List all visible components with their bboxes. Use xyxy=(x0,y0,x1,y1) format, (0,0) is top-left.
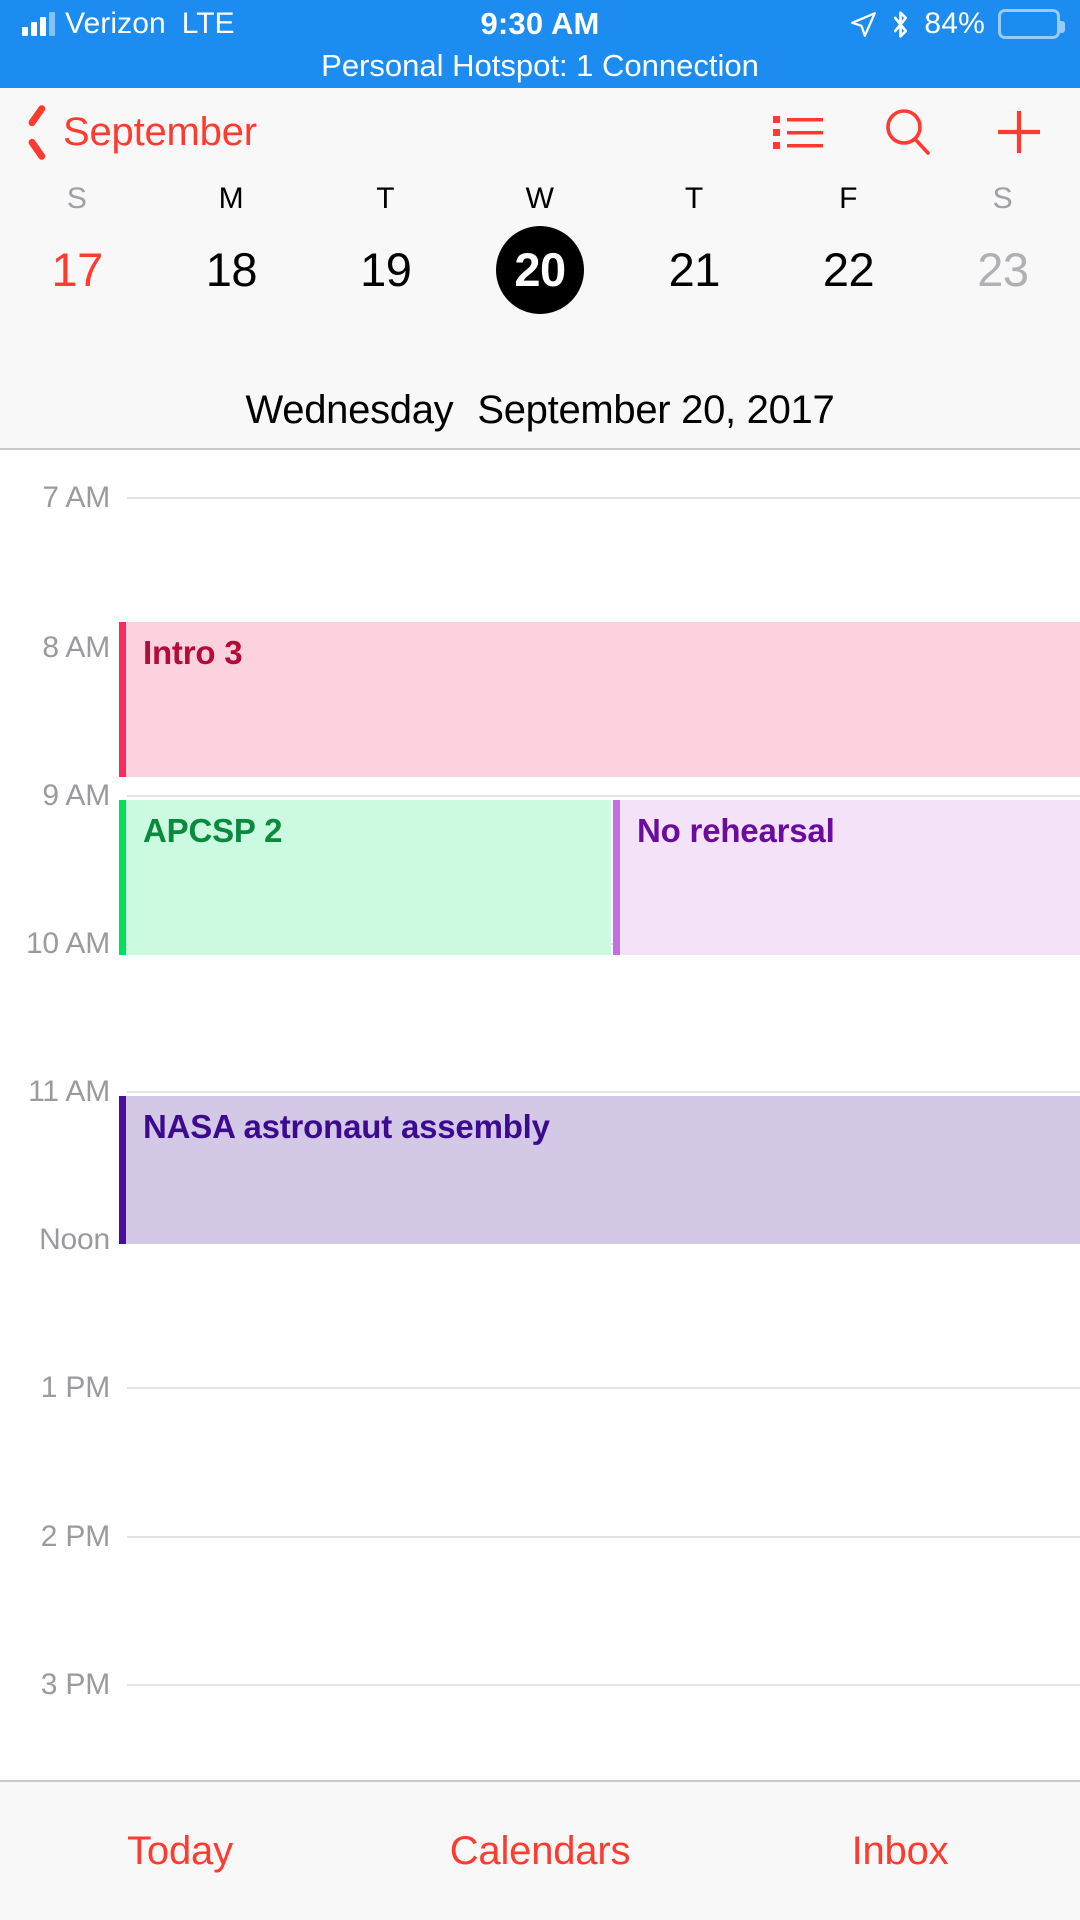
battery-percent-label: 84% xyxy=(924,7,985,40)
chevron-left-icon xyxy=(26,110,52,154)
week-day-6[interactable]: S 23 xyxy=(926,176,1080,318)
day-timeline-grid[interactable]: 7 AM 8 AM 9 AM 10 AM 11 AM Noon 1 PM 2 PM 3 PM I… xyxy=(0,450,1080,1780)
calendar-event[interactable]: APCSP 2 xyxy=(119,800,611,955)
week-day-4[interactable]: T 21 xyxy=(617,176,771,318)
day-number: 22 xyxy=(822,243,875,296)
tab-calendars[interactable]: Calendars xyxy=(360,1829,720,1874)
hour-label: Noon xyxy=(39,1223,110,1256)
hour-label: 8 AM xyxy=(42,631,110,664)
day-number-selected: 20 xyxy=(495,226,584,314)
selected-date-label: September 20, 2017 xyxy=(477,388,835,432)
hour-label: 3 PM xyxy=(40,1668,110,1701)
week-day-0[interactable]: S 17 xyxy=(0,176,154,318)
calendar-day-screen: Verizon LTE 9:30 AM 84% Personal Hotspot… xyxy=(0,0,1080,1920)
plus-icon xyxy=(998,111,1040,153)
day-of-week-label: T xyxy=(376,182,396,215)
hour-label: 9 AM xyxy=(42,779,110,812)
day-of-week-label: T xyxy=(684,182,704,215)
selected-date-header: Wednesday September 20, 2017 xyxy=(0,388,1080,450)
personal-hotspot-banner[interactable]: Personal Hotspot: 1 Connection xyxy=(0,48,1080,88)
day-of-week-label: S xyxy=(992,182,1014,215)
day-number: 18 xyxy=(205,243,258,296)
bottom-tab-bar: Today Calendars Inbox xyxy=(0,1780,1080,1920)
nav-bar-top-row: September xyxy=(0,88,1080,176)
event-color-bar xyxy=(119,622,126,777)
day-of-week-label: F xyxy=(839,182,858,215)
hour-gridline xyxy=(127,1536,1080,1538)
list-view-button[interactable] xyxy=(772,110,824,154)
hour-label: 1 PM xyxy=(40,1371,110,1404)
event-title: NASA astronaut assembly xyxy=(143,1108,550,1145)
week-day-1[interactable]: M 18 xyxy=(154,176,308,318)
week-day-2[interactable]: T 19 xyxy=(309,176,463,318)
status-bar-row: Verizon LTE 9:30 AM 84% xyxy=(0,0,1080,48)
day-number: 23 xyxy=(977,243,1029,296)
location-arrow-icon xyxy=(851,11,877,37)
calendar-event[interactable]: No rehearsal xyxy=(613,800,1080,955)
calendar-event[interactable]: Intro 3 xyxy=(119,622,1080,777)
day-number: 17 xyxy=(51,243,104,296)
status-bar: Verizon LTE 9:30 AM 84% Personal Hotspot… xyxy=(0,0,1080,88)
back-to-month-button[interactable]: September xyxy=(26,88,257,176)
event-title: Intro 3 xyxy=(143,634,243,671)
add-event-button[interactable] xyxy=(992,105,1046,159)
event-color-bar xyxy=(613,800,620,955)
tab-today[interactable]: Today xyxy=(0,1829,360,1874)
status-bar-right: 84% xyxy=(850,4,1065,44)
hour-gridline xyxy=(127,795,1080,797)
day-of-week-label: W xyxy=(525,182,555,215)
hour-gridline xyxy=(127,497,1080,499)
day-number: 19 xyxy=(360,243,412,296)
hour-label: 2 PM xyxy=(40,1520,110,1553)
week-day-row: S 17 M 18 T 19 W 20 T 21 F 22 S 23 xyxy=(0,176,1080,318)
week-day-5[interactable]: F 22 xyxy=(771,176,925,318)
search-icon xyxy=(886,109,930,155)
hour-gridline xyxy=(127,1091,1080,1093)
hour-label: 10 AM xyxy=(25,927,110,960)
nav-bar-actions xyxy=(772,88,1046,176)
event-color-bar xyxy=(119,800,126,955)
calendar-event[interactable]: NASA astronaut assembly xyxy=(119,1096,1080,1244)
back-button-label: September xyxy=(63,109,257,154)
navigation-bar: September S 17 M 18 T 19 W 20 T 21 F 22 … xyxy=(0,88,1080,450)
week-day-3-selected[interactable]: W 20 xyxy=(463,176,617,318)
list-icon xyxy=(773,116,823,149)
hour-label: 11 AM xyxy=(28,1075,110,1108)
hour-gridline xyxy=(127,1684,1080,1686)
week-strip: S 17 M 18 T 19 W 20 T 21 F 22 S 23 xyxy=(0,176,1080,326)
battery-icon xyxy=(998,9,1065,39)
hour-label: 7 AM xyxy=(42,481,110,514)
bluetooth-icon xyxy=(894,10,908,38)
selected-weekday-label: Wednesday xyxy=(245,388,454,432)
event-title: No rehearsal xyxy=(637,812,835,849)
day-of-week-label: S xyxy=(66,182,88,215)
search-button[interactable] xyxy=(882,106,934,158)
day-number: 21 xyxy=(668,243,721,296)
tab-inbox[interactable]: Inbox xyxy=(720,1829,1080,1874)
event-title: APCSP 2 xyxy=(143,812,283,849)
day-of-week-label: M xyxy=(218,182,245,215)
hour-gridline xyxy=(127,1387,1080,1389)
event-color-bar xyxy=(119,1096,126,1244)
